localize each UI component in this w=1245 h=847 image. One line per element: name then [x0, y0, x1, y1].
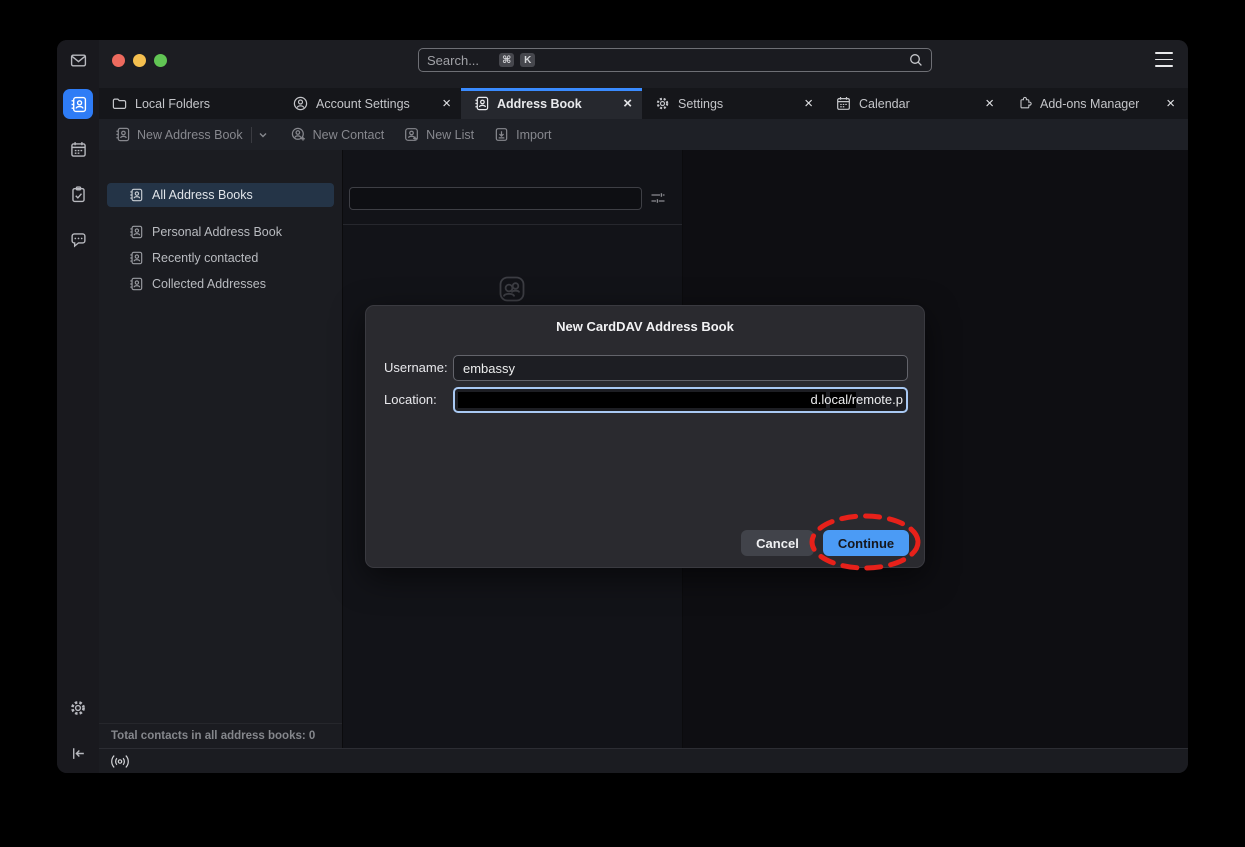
- minimize-window-button[interactable]: [133, 54, 146, 67]
- close-tab-icon[interactable]: ×: [442, 96, 451, 111]
- new-address-book-label: New Address Book: [137, 128, 243, 142]
- location-label: Location:: [384, 387, 437, 413]
- book-item-recently-contacted[interactable]: Recently contacted: [107, 246, 334, 270]
- calendar-icon: [836, 96, 851, 111]
- close-tab-icon[interactable]: ×: [804, 96, 813, 111]
- chat-icon: [70, 231, 87, 248]
- import-label: Import: [516, 128, 551, 142]
- address-book-icon: [63, 89, 93, 119]
- address-book-icon: [129, 277, 143, 291]
- new-list-label: New List: [426, 128, 474, 142]
- new-contact-icon: [291, 127, 306, 142]
- location-visible-text: d.local/remote.p: [811, 389, 904, 411]
- calendar-space-button[interactable]: [57, 133, 99, 165]
- contacts-count-footer: Total contacts in all address books: 0: [99, 723, 342, 748]
- mail-icon: [70, 52, 87, 69]
- new-list-button[interactable]: New List: [404, 127, 474, 142]
- book-item-personal-address-book[interactable]: Personal Address Book: [107, 220, 334, 244]
- close-window-button[interactable]: [112, 54, 125, 67]
- close-tab-icon[interactable]: ×: [985, 96, 994, 111]
- dialog-title: New CardDAV Address Book: [366, 319, 924, 334]
- book-item-label: Personal Address Book: [152, 225, 282, 239]
- book-item-collected-addresses[interactable]: Collected Addresses: [107, 272, 334, 296]
- search-input[interactable]: [427, 53, 493, 68]
- new-contact-label: New Contact: [313, 128, 385, 142]
- radio-signal-icon[interactable]: [110, 754, 130, 769]
- cancel-button[interactable]: Cancel: [741, 530, 814, 556]
- tab-label: Address Book: [497, 97, 582, 111]
- book-item-label: All Address Books: [152, 188, 253, 202]
- chevron-down-icon[interactable]: [257, 129, 269, 141]
- import-icon: [494, 127, 509, 142]
- new-address-book-button[interactable]: New Address Book: [115, 127, 243, 142]
- address-book-icon: [129, 225, 143, 239]
- tab-calendar[interactable]: Calendar ×: [823, 88, 1004, 119]
- contacts-search-input[interactable]: [349, 187, 642, 210]
- tab-address-book[interactable]: Address Book ×: [461, 88, 642, 119]
- status-bar: [99, 748, 1188, 773]
- gear-icon: [655, 96, 670, 111]
- toolbar-separator: [251, 127, 252, 143]
- account-icon: [293, 96, 308, 111]
- new-carddav-dialog: New CardDAV Address Book Username: Locat…: [365, 305, 925, 568]
- puzzle-icon: [1017, 96, 1032, 111]
- folder-icon: [112, 96, 127, 111]
- contacts-placeholder-icon: [498, 275, 526, 303]
- close-tab-icon[interactable]: ×: [1166, 96, 1175, 111]
- contacts-count-text: Total contacts in all address books: 0: [111, 730, 315, 742]
- k-key-badge: K: [520, 53, 535, 67]
- continue-button[interactable]: Continue: [823, 530, 909, 556]
- settings-gear-icon: [69, 699, 87, 717]
- new-address-book-icon: [115, 127, 130, 142]
- address-book-toolbar: New Address Book New Contact New List: [99, 119, 1188, 150]
- search-icon: [909, 53, 923, 67]
- location-field[interactable]: d.local/remote.p: [453, 387, 908, 413]
- display-options-icon[interactable]: [649, 189, 667, 207]
- tab-label: Settings: [678, 97, 723, 111]
- username-label: Username:: [384, 355, 448, 381]
- mail-space-button[interactable]: [57, 44, 99, 76]
- new-contact-button[interactable]: New Contact: [291, 127, 385, 142]
- tab-settings[interactable]: Settings ×: [642, 88, 823, 119]
- spaces-settings-button[interactable]: [57, 692, 99, 724]
- address-books-pane: All Address Books Personal Address Book …: [99, 150, 343, 748]
- tasks-space-button[interactable]: [57, 178, 99, 210]
- address-book-space-button[interactable]: [57, 88, 99, 120]
- app-window: ⌘ K Local Folders Acco: [57, 40, 1188, 773]
- tab-label: Calendar: [859, 97, 910, 111]
- tab-addons-manager[interactable]: Add-ons Manager ×: [1004, 88, 1185, 119]
- divider: [343, 224, 682, 225]
- import-button[interactable]: Import: [494, 127, 551, 142]
- book-item-all-address-books[interactable]: All Address Books: [107, 183, 334, 207]
- hamburger-menu-icon[interactable]: [1155, 52, 1173, 67]
- tab-label: Local Folders: [135, 97, 210, 111]
- spaces-toolbar: [57, 40, 99, 773]
- address-book-icon: [129, 188, 143, 202]
- calendar-icon: [70, 141, 87, 158]
- new-list-icon: [404, 127, 419, 142]
- tab-label: Add-ons Manager: [1040, 97, 1139, 111]
- titlebar: ⌘ K: [99, 40, 1188, 88]
- address-book-icon: [129, 251, 143, 265]
- redaction-bar: [458, 392, 826, 408]
- command-key-badge: ⌘: [499, 53, 514, 67]
- book-item-label: Recently contacted: [152, 251, 258, 265]
- maximize-window-button[interactable]: [154, 54, 167, 67]
- tab-label: Account Settings: [316, 97, 410, 111]
- chat-space-button[interactable]: [57, 223, 99, 255]
- tab-account-settings[interactable]: Account Settings ×: [280, 88, 461, 119]
- username-field[interactable]: [453, 355, 908, 381]
- collapse-icon: [70, 745, 87, 762]
- collapse-spaces-button[interactable]: [57, 737, 99, 769]
- address-book-icon: [474, 96, 489, 111]
- global-search-field[interactable]: ⌘ K: [418, 48, 932, 72]
- tab-bar: Local Folders Account Settings × Address…: [99, 88, 1188, 119]
- tasks-icon: [70, 186, 87, 203]
- book-item-label: Collected Addresses: [152, 277, 266, 291]
- tab-local-folders[interactable]: Local Folders: [99, 88, 280, 119]
- close-tab-icon[interactable]: ×: [623, 96, 632, 111]
